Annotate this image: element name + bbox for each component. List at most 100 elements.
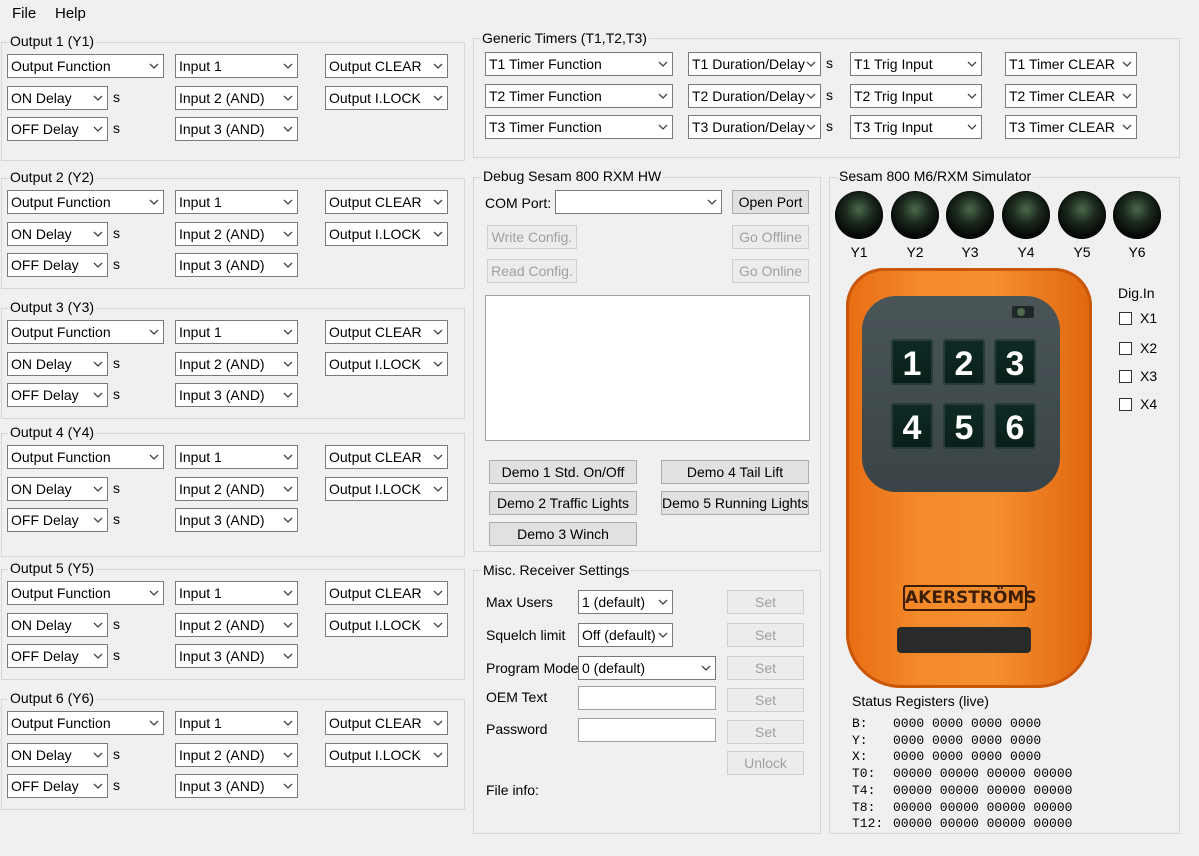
demo4-button[interactable]: Demo 4 Tail Lift bbox=[661, 460, 809, 484]
squelch-set-button[interactable]: Set bbox=[727, 623, 804, 647]
debug-log-textbox[interactable] bbox=[485, 295, 810, 441]
password-set-button[interactable]: Set bbox=[727, 720, 804, 744]
chevron-down-icon bbox=[656, 627, 670, 643]
oem-text-set-button[interactable]: Set bbox=[727, 688, 804, 712]
remote-key-button[interactable]: 3 bbox=[994, 339, 1036, 385]
timer-clear-select[interactable]: T2 Timer CLEAR bbox=[1005, 84, 1137, 108]
input2-select[interactable]: Input 2 (AND) bbox=[175, 613, 298, 637]
password-input[interactable] bbox=[578, 718, 716, 742]
off-delay-select[interactable]: OFF Delay bbox=[7, 508, 108, 532]
output-lock-select[interactable]: Output I.LOCK bbox=[325, 86, 448, 110]
input2-select[interactable]: Input 2 (AND) bbox=[175, 352, 298, 376]
output-function-select[interactable]: Output Function bbox=[7, 320, 164, 344]
write-config-button[interactable]: Write Config. bbox=[487, 225, 577, 249]
open-port-button[interactable]: Open Port bbox=[732, 190, 809, 214]
program-mode-select[interactable]: 0 (default) bbox=[578, 656, 716, 680]
on-delay-select[interactable]: ON Delay bbox=[7, 352, 108, 376]
input3-select[interactable]: Input 3 (AND) bbox=[175, 253, 298, 277]
dig-in-checkbox[interactable] bbox=[1119, 312, 1132, 325]
timer-duration-select[interactable]: T3 Duration/Delay bbox=[688, 115, 821, 139]
remote-key-button[interactable]: 6 bbox=[994, 403, 1036, 449]
timer-trig-select[interactable]: T1 Trig Input bbox=[850, 52, 982, 76]
off-delay-select[interactable]: OFF Delay bbox=[7, 774, 108, 798]
output-clear-select[interactable]: Output CLEAR bbox=[325, 54, 448, 78]
dig-in-checkbox[interactable] bbox=[1119, 370, 1132, 383]
output-clear-select[interactable]: Output CLEAR bbox=[325, 190, 448, 214]
on-delay-select[interactable]: ON Delay bbox=[7, 613, 108, 637]
com-port-label: COM Port: bbox=[485, 195, 552, 211]
output-clear-select[interactable]: Output CLEAR bbox=[325, 445, 448, 469]
oem-text-input[interactable] bbox=[578, 686, 716, 710]
on-delay-select[interactable]: ON Delay bbox=[7, 743, 108, 767]
input1-select[interactable]: Input 1 bbox=[175, 581, 298, 605]
output-clear-select[interactable]: Output CLEAR bbox=[325, 581, 448, 605]
timer-trig-select[interactable]: T3 Trig Input bbox=[850, 115, 982, 139]
input1-select[interactable]: Input 1 bbox=[175, 54, 298, 78]
output-function-select[interactable]: Output Function bbox=[7, 190, 164, 214]
timer-duration-select[interactable]: T2 Duration/Delay bbox=[688, 84, 821, 108]
timer-function-select[interactable]: T1 Timer Function bbox=[485, 52, 673, 76]
menu-help[interactable]: Help bbox=[55, 5, 86, 22]
demo2-button[interactable]: Demo 2 Traffic Lights bbox=[489, 491, 637, 515]
output-lock-select[interactable]: Output I.LOCK bbox=[325, 477, 448, 501]
program-mode-set-button[interactable]: Set bbox=[727, 656, 804, 680]
timer-trig-select[interactable]: T2 Trig Input bbox=[850, 84, 982, 108]
output-lock-select[interactable]: Output I.LOCK bbox=[325, 222, 448, 246]
off-delay-select[interactable]: OFF Delay bbox=[7, 253, 108, 277]
input3-select[interactable]: Input 3 (AND) bbox=[175, 117, 298, 141]
com-port-select[interactable] bbox=[555, 190, 722, 214]
timer-function-select[interactable]: T3 Timer Function bbox=[485, 115, 673, 139]
output-lock-select[interactable]: Output I.LOCK bbox=[325, 352, 448, 376]
remote-key-button[interactable]: 5 bbox=[943, 403, 985, 449]
output-lock-select[interactable]: Output I.LOCK bbox=[325, 743, 448, 767]
remote-key-button[interactable]: 4 bbox=[891, 403, 933, 449]
input2-select[interactable]: Input 2 (AND) bbox=[175, 743, 298, 767]
on-delay-select[interactable]: ON Delay bbox=[7, 222, 108, 246]
input2-select[interactable]: Input 2 (AND) bbox=[175, 86, 298, 110]
input3-select[interactable]: Input 3 (AND) bbox=[175, 644, 298, 668]
on-delay-select[interactable]: ON Delay bbox=[7, 477, 108, 501]
read-config-button[interactable]: Read Config. bbox=[487, 259, 577, 283]
chevron-down-icon bbox=[431, 747, 445, 763]
remote-key-button[interactable]: 1 bbox=[891, 339, 933, 385]
menu-file[interactable]: File bbox=[12, 5, 36, 22]
off-delay-select[interactable]: OFF Delay bbox=[7, 383, 108, 407]
timer-duration-select[interactable]: T1 Duration/Delay bbox=[688, 52, 821, 76]
demo1-button[interactable]: Demo 1 Std. On/Off bbox=[489, 460, 637, 484]
max-users-set-button[interactable]: Set bbox=[727, 590, 804, 614]
input1-select[interactable]: Input 1 bbox=[175, 711, 298, 735]
output-function-select[interactable]: Output Function bbox=[7, 711, 164, 735]
timer-function-select[interactable]: T2 Timer Function bbox=[485, 84, 673, 108]
remote-key-button[interactable]: 2 bbox=[943, 339, 985, 385]
output-function-select[interactable]: Output Function bbox=[7, 54, 164, 78]
go-online-button[interactable]: Go Online bbox=[732, 259, 809, 283]
input1-select[interactable]: Input 1 bbox=[175, 190, 298, 214]
off-delay-select[interactable]: OFF Delay bbox=[7, 117, 108, 141]
input1-select[interactable]: Input 1 bbox=[175, 445, 298, 469]
input2-select[interactable]: Input 2 (AND) bbox=[175, 477, 298, 501]
dig-in-checkbox[interactable] bbox=[1119, 342, 1132, 355]
register-value: 00000 00000 00000 00000 bbox=[893, 799, 1073, 815]
squelch-select[interactable]: Off (default) bbox=[578, 623, 673, 647]
demo3-button[interactable]: Demo 3 Winch bbox=[489, 522, 637, 546]
on-delay-select[interactable]: ON Delay bbox=[7, 86, 108, 110]
dig-in-checkbox[interactable] bbox=[1119, 398, 1132, 411]
output-function-select[interactable]: Output Function bbox=[7, 445, 164, 469]
chevron-down-icon bbox=[91, 747, 105, 763]
input3-select[interactable]: Input 3 (AND) bbox=[175, 508, 298, 532]
off-delay-select[interactable]: OFF Delay bbox=[7, 644, 108, 668]
input1-select[interactable]: Input 1 bbox=[175, 320, 298, 344]
input3-select[interactable]: Input 3 (AND) bbox=[175, 774, 298, 798]
timer-clear-select[interactable]: T1 Timer CLEAR bbox=[1005, 52, 1137, 76]
output-clear-select[interactable]: Output CLEAR bbox=[325, 711, 448, 735]
input3-select[interactable]: Input 3 (AND) bbox=[175, 383, 298, 407]
input2-select[interactable]: Input 2 (AND) bbox=[175, 222, 298, 246]
go-offline-button[interactable]: Go Offline bbox=[732, 225, 809, 249]
demo5-button[interactable]: Demo 5 Running Lights bbox=[661, 491, 809, 515]
max-users-select[interactable]: 1 (default) bbox=[578, 590, 673, 614]
unlock-button[interactable]: Unlock bbox=[727, 751, 804, 775]
output-lock-select[interactable]: Output I.LOCK bbox=[325, 613, 448, 637]
timer-clear-select[interactable]: T3 Timer CLEAR bbox=[1005, 115, 1137, 139]
output-function-select[interactable]: Output Function bbox=[7, 581, 164, 605]
output-clear-select[interactable]: Output CLEAR bbox=[325, 320, 448, 344]
